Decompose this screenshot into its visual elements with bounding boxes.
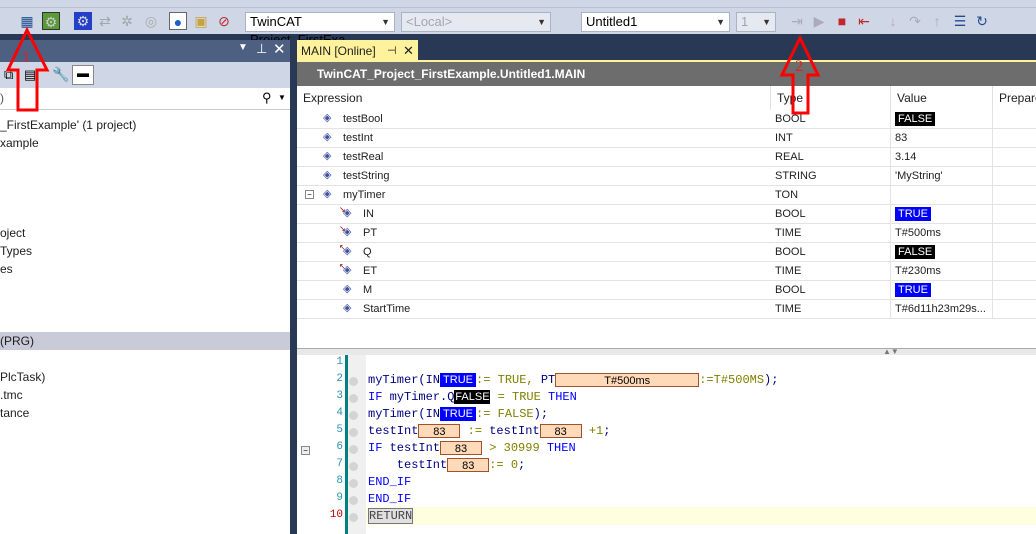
annotation-label-2: 2 xyxy=(795,58,803,75)
annotation-label-1: 1 xyxy=(22,49,30,66)
annotation-arrow-2 xyxy=(779,34,821,115)
annotation-overlay: 1 2 xyxy=(5,26,821,115)
annotation-arrow-1 xyxy=(5,26,50,112)
